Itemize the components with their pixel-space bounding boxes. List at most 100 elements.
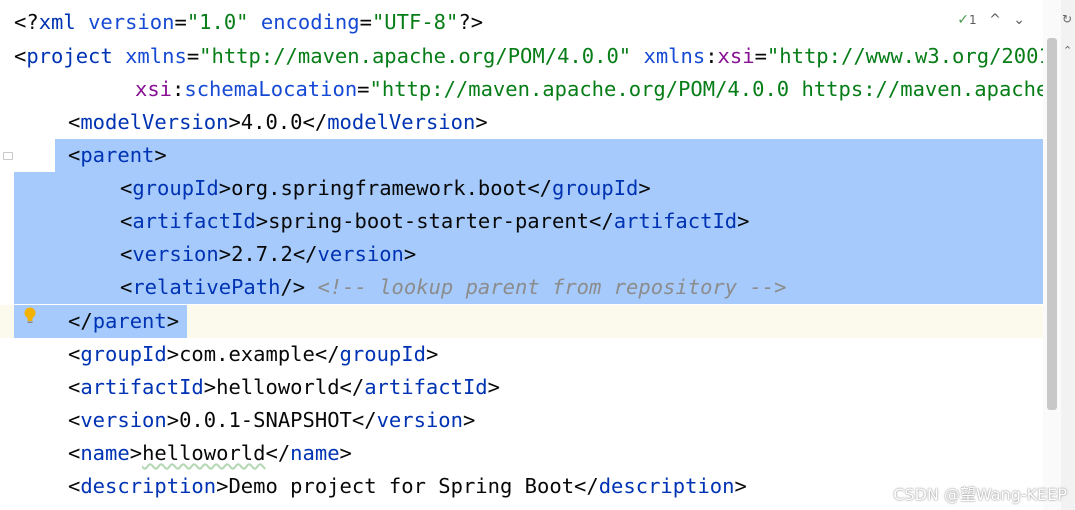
chevron-up-icon[interactable]: ^	[989, 12, 1001, 28]
code-token: relativePath	[132, 275, 281, 299]
editor-gutter	[0, 0, 14, 510]
code-token: "1.0"	[186, 10, 261, 34]
code-token: </	[589, 209, 614, 233]
code-token: >	[737, 209, 750, 233]
code-line-text: <parent>	[68, 139, 167, 172]
code-token: "http://maven.apache.org/POM/4.0.0 https…	[369, 77, 1075, 101]
code-token: >	[734, 474, 747, 498]
code-token: <	[68, 342, 81, 366]
code-token: >	[255, 209, 269, 233]
code-token: modelVersion	[327, 110, 476, 134]
code-token: <	[120, 242, 133, 266]
lightbulb-icon[interactable]	[22, 306, 38, 326]
code-token: =	[359, 10, 372, 34]
code-token: =	[186, 44, 200, 68]
watermark: CSDN @望Wang-KEEP	[893, 485, 1067, 504]
code-token: encoding	[260, 10, 360, 34]
code-token: "http://www.w3.org/2001/XMLSchema-instan…	[766, 44, 1075, 68]
code-token: <	[14, 44, 27, 68]
code-line-text: xsi:schemaLocation="http://maven.apache.…	[135, 73, 1075, 106]
code-token: artifactId	[364, 375, 488, 399]
code-token: version	[80, 408, 167, 432]
code-token: schemaLocation	[184, 77, 358, 101]
code-token: >	[218, 242, 232, 266]
chevron-up-icon[interactable]: ⌃	[1063, 44, 1072, 57]
code-line-text: <groupId>org.springframework.boot</group…	[120, 172, 651, 205]
chevron-down-icon[interactable]: ⌄	[1013, 12, 1025, 28]
code-line-text: <project xmlns="http://maven.apache.org/…	[14, 40, 1075, 73]
warning-count: 1	[968, 13, 977, 27]
code-token: >	[475, 110, 488, 134]
code-token: version	[132, 242, 219, 266]
code-token: >	[129, 441, 143, 465]
code-token: <	[68, 143, 81, 167]
code-token: >	[203, 375, 217, 399]
code-token: <	[120, 209, 133, 233]
code-token: Demo project for Spring Boot	[228, 474, 575, 498]
code-token: <	[68, 110, 81, 134]
code-token: name	[80, 441, 130, 465]
code-token: parent	[80, 143, 155, 167]
code-token: version	[376, 408, 463, 432]
code-token: modelVersion	[80, 110, 229, 134]
code-token: 0.0.1-SNAPSHOT	[179, 408, 352, 432]
code-token: <	[120, 275, 133, 299]
code-token: >	[403, 242, 417, 266]
code-token: >	[339, 441, 352, 465]
code-token: </	[68, 309, 93, 333]
code-token: <	[68, 375, 81, 399]
code-token: helloworld	[142, 441, 266, 465]
code-token: >	[487, 375, 500, 399]
code-token: <!-- lookup parent from repository -->	[317, 275, 787, 299]
code-token: xsi	[135, 77, 173, 101]
code-token: </	[314, 342, 340, 366]
code-line-text: <relativePath/> <!-- lookup parent from …	[120, 271, 786, 304]
code-line-text: <name>helloworld</name>	[68, 437, 352, 470]
code-token: >	[166, 309, 180, 333]
code-token: 2.7.2	[231, 242, 293, 266]
code-token: >	[216, 474, 229, 498]
code-token: </	[339, 375, 365, 399]
code-token: com.example	[179, 342, 315, 366]
refresh-icon[interactable]: ↻	[1062, 12, 1072, 26]
code-token: />	[280, 275, 318, 299]
code-token: name	[290, 441, 340, 465]
code-token: </	[574, 474, 599, 498]
code-token: org.springframework.boot	[231, 176, 528, 200]
code-token: xsi	[717, 44, 755, 68]
code-line-text: <description>Demo project for Spring Boo…	[68, 470, 747, 503]
right-tool-strip: ↻ ⌃	[1061, 0, 1075, 510]
vertical-scrollbar-thumb[interactable]	[1047, 38, 1057, 410]
code-line-text: </parent>	[68, 305, 179, 338]
code-token: groupId	[552, 176, 639, 200]
code-line-text: <modelVersion>4.0.0</modelVersion>	[68, 106, 488, 139]
code-token: :	[705, 44, 718, 68]
code-token: </	[527, 176, 552, 200]
code-token: >	[154, 143, 167, 167]
code-token: version	[88, 10, 175, 34]
check-icon: ✓	[957, 12, 969, 28]
code-token: </	[302, 110, 328, 134]
code-token: =	[754, 44, 767, 68]
code-token: parent	[92, 309, 167, 333]
code-token: 4.0.0	[240, 110, 303, 134]
code-token: groupId	[339, 342, 426, 366]
code-token: </	[351, 408, 377, 432]
code-token: <	[68, 474, 81, 498]
code-token: helloworld	[216, 375, 340, 399]
code-token: artifactId	[132, 209, 256, 233]
code-line-text: <version>2.7.2</version>	[120, 238, 416, 271]
code-token: <	[120, 176, 133, 200]
code-editor[interactable]: <?xml version="1.0" encoding="UTF-8"?> <p…	[0, 0, 1075, 510]
code-line-text: <version>0.0.1-SNAPSHOT</version>	[68, 404, 475, 437]
code-token: description	[80, 474, 217, 498]
code-line-text: <groupId>com.example</groupId>	[68, 338, 438, 371]
fold-marker-parent-open[interactable]	[3, 152, 13, 160]
code-token: =	[174, 10, 187, 34]
code-token: spring-boot-starter-parent	[268, 209, 590, 233]
code-token: "UTF-8"	[371, 10, 459, 34]
code-token: >	[166, 408, 180, 432]
code-token: </	[292, 242, 318, 266]
inspection-widget[interactable]: ✓1 ^ ⌄	[957, 8, 1025, 32]
code-token: <	[68, 441, 81, 465]
